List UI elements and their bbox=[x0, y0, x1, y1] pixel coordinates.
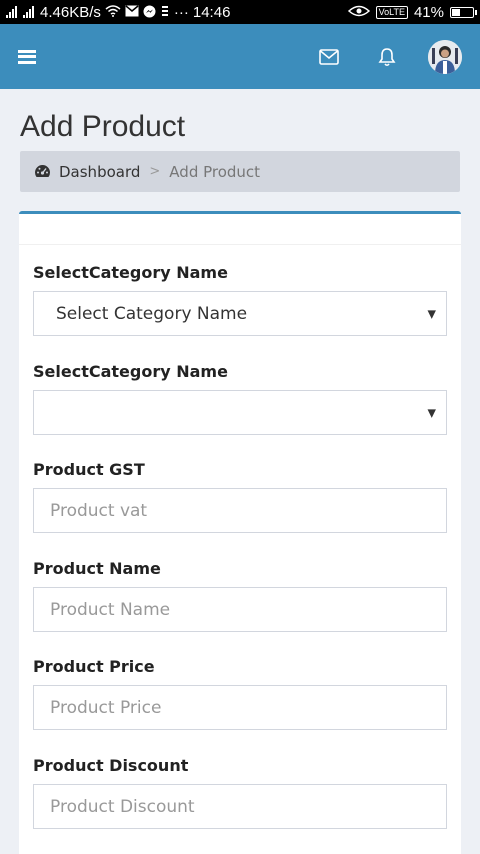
product-gst-field: Product GST bbox=[33, 460, 447, 533]
category-label-1: SelectCategory Name bbox=[33, 263, 228, 282]
dashboard-icon bbox=[35, 165, 50, 177]
category-select-1-value: Select Category Name bbox=[56, 303, 248, 324]
volte-badge: VoLTE bbox=[375, 5, 408, 19]
hamburger-icon[interactable] bbox=[18, 49, 36, 64]
bell-icon[interactable] bbox=[370, 40, 404, 74]
page-title: Add Product bbox=[20, 110, 186, 143]
product-discount-label: Product Discount bbox=[33, 756, 189, 775]
caret-down-icon: ▼ bbox=[427, 307, 436, 320]
product-price-label: Product Price bbox=[33, 657, 155, 676]
breadcrumb-current: Add Product bbox=[169, 162, 261, 181]
gmail-icon bbox=[125, 5, 139, 19]
add-product-form-card: SelectCategory Name Select Category Name… bbox=[19, 211, 461, 854]
breadcrumb-separator: > bbox=[149, 164, 161, 179]
product-name-label: Product Name bbox=[33, 559, 161, 578]
signal-icon-2 bbox=[23, 6, 34, 18]
product-gst-label: Product GST bbox=[33, 460, 145, 479]
product-price-input[interactable] bbox=[33, 685, 447, 730]
envelope-icon[interactable] bbox=[312, 40, 346, 74]
eye-icon bbox=[347, 5, 370, 19]
product-discount-field: Product Discount bbox=[33, 756, 447, 829]
battery-percent: 41% bbox=[413, 3, 444, 21]
clock: 14:46 bbox=[192, 3, 231, 21]
battery-icon bbox=[450, 6, 477, 18]
breadcrumb-dashboard-label: Dashboard bbox=[59, 162, 141, 181]
breadcrumb: Dashboard > Add Product bbox=[20, 151, 460, 192]
user-avatar[interactable] bbox=[428, 39, 462, 74]
product-discount-input[interactable] bbox=[33, 784, 447, 829]
app-header bbox=[0, 24, 480, 89]
category-field-2: SelectCategory Name ▼ bbox=[33, 362, 447, 435]
notification-icon bbox=[160, 5, 170, 19]
product-gst-input[interactable] bbox=[33, 488, 447, 533]
caret-down-icon: ▼ bbox=[427, 406, 436, 419]
card-header bbox=[19, 214, 461, 245]
net-speed: 4.46KB/s bbox=[40, 3, 101, 21]
category-select-1[interactable]: Select Category Name ▼ bbox=[33, 291, 447, 336]
category-label-2: SelectCategory Name bbox=[33, 362, 228, 381]
product-price-field: Product Price bbox=[33, 657, 447, 730]
breadcrumb-dashboard-link[interactable]: Dashboard bbox=[34, 163, 140, 181]
messenger-icon bbox=[143, 5, 156, 20]
category-select-2[interactable]: ▼ bbox=[33, 390, 447, 435]
status-bar: 4.46KB/s ··· 14:46 VoLTE 41% bbox=[0, 0, 480, 24]
wifi-icon bbox=[105, 5, 121, 19]
product-name-field: Product Name bbox=[33, 559, 447, 632]
more-notifications: ··· bbox=[173, 3, 189, 21]
category-field-1: SelectCategory Name Select Category Name… bbox=[33, 263, 447, 336]
signal-icon bbox=[6, 6, 17, 18]
product-name-input[interactable] bbox=[33, 587, 447, 632]
